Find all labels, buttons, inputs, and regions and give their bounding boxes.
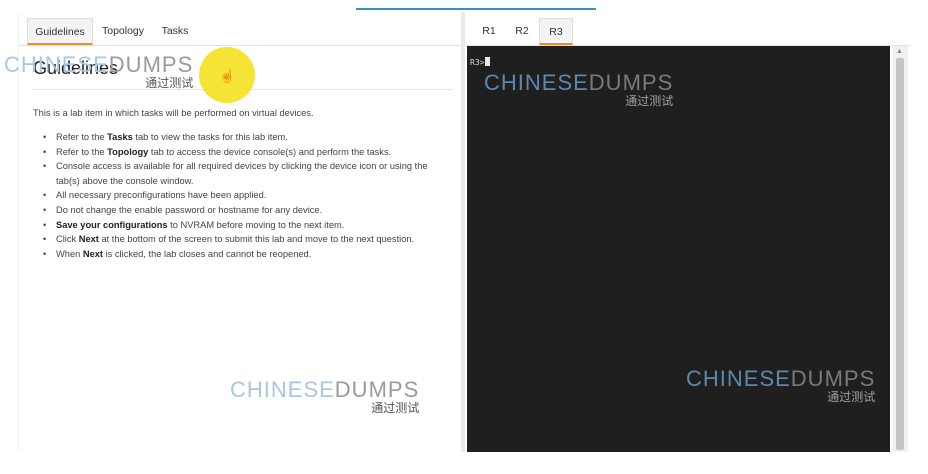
scrollbar-thumb[interactable] <box>896 58 904 450</box>
list-item: Save your configurations to NVRAM before… <box>43 218 453 233</box>
tab-r1[interactable]: R1 <box>474 18 504 45</box>
tab-tasks[interactable]: Tasks <box>155 18 195 45</box>
list-item: Do not change the enable password or hos… <box>43 203 453 218</box>
hand-pointer-icon: ☝ <box>219 68 236 83</box>
console-prompt: R3> <box>470 57 491 67</box>
pane-splitter[interactable] <box>461 12 465 452</box>
text-cursor <box>485 57 491 66</box>
list-item: All necessary preconfigurations have bee… <box>43 188 453 203</box>
watermark: CHINESEDUMPS 通过测试 <box>4 52 194 90</box>
watermark: CHINESEDUMPS 通过测试 <box>484 70 674 108</box>
tab-guidelines[interactable]: Guidelines <box>27 18 93 45</box>
console-scrollbar[interactable]: ▲ <box>892 46 908 452</box>
tab-r2[interactable]: R2 <box>506 18 538 45</box>
watermark: CHINESEDUMPS 通过测试 <box>230 377 420 415</box>
watermark: CHINESEDUMPS 通过测试 <box>686 366 876 404</box>
list-item: Refer to the Topology tab to access the … <box>43 145 453 160</box>
tab-topology[interactable]: Topology <box>97 18 149 45</box>
guidelines-list: Refer to the Tasks tab to view the tasks… <box>43 130 453 261</box>
intro-text: This is a lab item in which tasks will b… <box>33 108 314 118</box>
scroll-up-arrow-icon[interactable]: ▲ <box>896 48 903 55</box>
list-item: When Next is clicked, the lab closes and… <box>43 247 453 262</box>
top-accent-bar <box>356 8 596 10</box>
list-item: Console access is available for all requ… <box>43 159 453 188</box>
left-tab-bar: Guidelines Topology Tasks <box>19 12 461 46</box>
device-tab-bar: R1 R2 R3 <box>466 12 910 46</box>
list-item: Refer to the Tasks tab to view the tasks… <box>43 130 453 145</box>
list-item: Click Next at the bottom of the screen t… <box>43 232 453 247</box>
tab-r3[interactable]: R3 <box>539 18 573 45</box>
